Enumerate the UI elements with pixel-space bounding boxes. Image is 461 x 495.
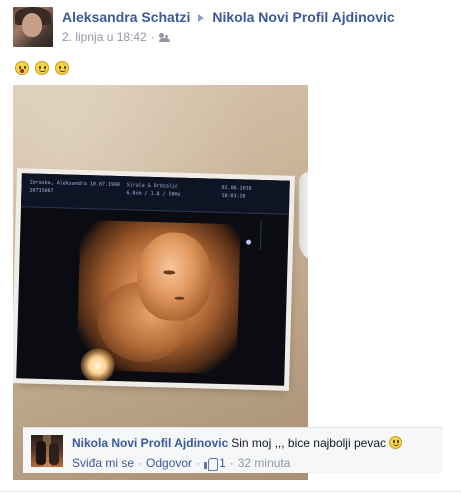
target-profile-link[interactable]: Nikola Novi Profil Ajdinovic [212, 9, 394, 25]
scan-header-strip: Zoraska, Aleksandra 10.07.1990 20735067 … [20, 173, 290, 215]
arrow-right-icon [198, 13, 205, 22]
light-glow [80, 348, 116, 383]
scan-text: 20735067 [29, 187, 54, 195]
author-name-link[interactable]: Aleksandra Schatzi [62, 9, 190, 25]
like-count[interactable]: 1 [219, 456, 226, 470]
commenter-avatar[interactable] [31, 435, 63, 467]
scan-text: 18:03:10 [221, 192, 246, 200]
avatar-figure [49, 443, 59, 465]
scan-text: Sirala & Ordzalić [126, 182, 178, 190]
comment-time[interactable]: 32 minuta [238, 456, 291, 470]
reply-link[interactable]: Odgovor [146, 456, 192, 470]
comment-actions: Sviđa mi se · Odgovor · 1 · 32 minuta [72, 456, 291, 471]
smile-emoticon-icon [35, 60, 49, 75]
comment-text: Sin moj ,,, bice najbolji pevac [231, 436, 386, 450]
action-separator: · [196, 456, 201, 470]
action-separator: · [138, 456, 143, 470]
facebook-post: Aleksandra Schatzi Nikola Novi Profil Ajd… [0, 0, 461, 495]
baby-eye [163, 270, 176, 275]
scan-marker [246, 239, 252, 245]
smile-emoticon-icon [55, 60, 69, 75]
commenter-name-link[interactable]: Nikola Novi Profil Ajdinovic [72, 436, 228, 450]
thumbs-up-icon[interactable] [204, 457, 219, 471]
baby-head [135, 231, 213, 322]
scan-side-panel [259, 219, 283, 251]
avatar-figure [36, 441, 46, 465]
author-avatar[interactable] [13, 7, 53, 47]
smile-emoticon-icon [389, 436, 402, 449]
scan-text: Zoraska, Aleksandra 10.07.1990 [29, 179, 121, 189]
post-header: Aleksandra Schatzi Nikola Novi Profil Ajd… [62, 9, 395, 25]
background-object [299, 172, 308, 262]
post-text-emoticons [15, 60, 75, 75]
comment-body: Nikola Novi Profil Ajdinovic Sin moj ,,, … [72, 436, 402, 450]
ultrasound-3d-image [76, 219, 241, 383]
post-divider [0, 491, 461, 492]
scan-text: 6.8cm / 1.8 / 50Hz [126, 190, 181, 198]
action-separator: · [229, 456, 234, 470]
baby-mouth [174, 296, 185, 300]
friends-icon[interactable] [158, 33, 171, 42]
scan-text: 02.06.2016 [221, 184, 252, 192]
post-timestamp[interactable]: 2. lipnja u 18:42 [62, 30, 147, 44]
comment: Nikola Novi Profil Ajdinovic Sin moj ,,, … [23, 427, 443, 473]
post-meta: 2. lipnja u 18:42 · [62, 30, 171, 44]
avatar-face [22, 13, 42, 37]
ultrasound-printout: Zoraska, Aleksandra 10.07.1990 20735067 … [16, 173, 290, 386]
meta-separator: · [150, 30, 155, 44]
wow-emoticon-icon [15, 60, 29, 75]
post-photo[interactable]: Zoraska, Aleksandra 10.07.1990 20735067 … [13, 85, 308, 480]
like-comment-link[interactable]: Sviđa mi se [72, 456, 134, 470]
